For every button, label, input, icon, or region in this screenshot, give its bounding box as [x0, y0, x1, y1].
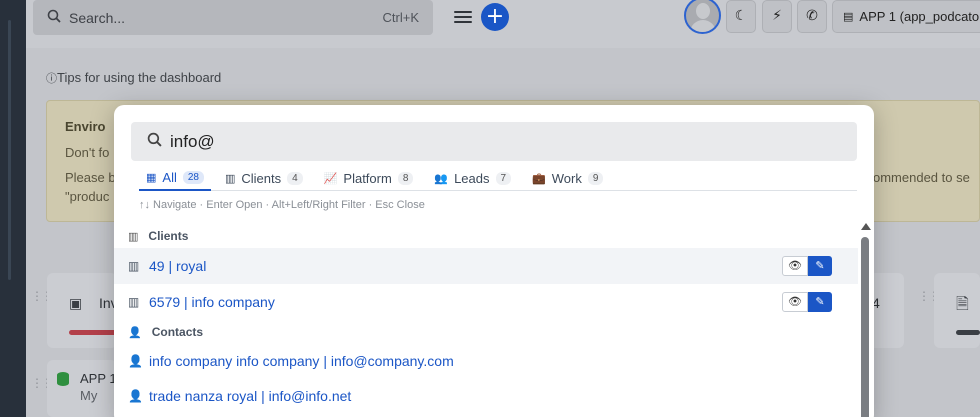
- briefcase-icon: 💼: [532, 171, 546, 185]
- app-selector[interactable]: ▤ APP 1 (app_podcator: [832, 0, 980, 33]
- phone-icon[interactable]: ✆: [797, 0, 827, 33]
- user-icon: 👤: [128, 354, 143, 368]
- scrollbar-thumb[interactable]: [861, 237, 869, 417]
- tab-count: 4: [287, 171, 303, 185]
- global-search[interactable]: Search... Ctrl+K: [33, 0, 433, 35]
- keyboard-hint: ↑↓ Navigate · Enter Open · Alt+Left/Righ…: [139, 199, 425, 211]
- building-icon: ▥: [224, 171, 236, 185]
- result-row[interactable]: ▥ 49 | royal 👁 ✎: [114, 248, 858, 284]
- tab-count: 8: [397, 171, 414, 185]
- tab-clients[interactable]: ▥ Clients 4: [218, 165, 310, 191]
- tab-all[interactable]: ▦ All 28: [139, 165, 211, 191]
- banner-line: ommended to se: [873, 170, 970, 185]
- search-shortcut: Ctrl+K: [382, 10, 419, 25]
- result-text[interactable]: 6579 | info company: [149, 294, 275, 310]
- search-modal: ▦ All 28 ▥ Clients 4 📈 Platform 8 👥 Leads 7 💼 Wor…: [114, 105, 874, 417]
- database-icon: [57, 372, 69, 386]
- invoice-icon: ▣: [69, 295, 83, 311]
- modal-search-box[interactable]: [131, 122, 857, 161]
- users-icon: 👥: [434, 171, 449, 185]
- invoice-card[interactable]: ▣ Inv: [47, 273, 118, 348]
- view-button[interactable]: 👁: [782, 256, 808, 276]
- avatar[interactable]: [684, 0, 721, 34]
- search-placeholder: Search...: [69, 9, 126, 26]
- modal-search-input[interactable]: [170, 131, 770, 152]
- edit-button[interactable]: ✎: [808, 256, 832, 276]
- tips-link[interactable]: ⓘTips for using the dashboard: [46, 70, 221, 86]
- add-button[interactable]: +: [481, 3, 509, 31]
- result-row[interactable]: 👤 trade nanza royal | info@info.net: [114, 378, 858, 414]
- tab-label: Clients: [241, 170, 282, 186]
- tab-count: 28: [182, 170, 204, 184]
- database-icon: ▤: [843, 10, 854, 23]
- result-row[interactable]: ▥ 6579 | info company 👁 ✎: [114, 284, 858, 320]
- tab-label: Work: [551, 170, 582, 186]
- edit-button[interactable]: ✎: [808, 292, 832, 312]
- menu-icon[interactable]: [454, 8, 472, 24]
- section-header-contacts: 👤 Contacts: [128, 325, 203, 339]
- chart-icon: 📈: [323, 171, 338, 185]
- left-sidebar: [0, 0, 26, 417]
- tab-leads[interactable]: 👥 Leads 7: [427, 165, 518, 191]
- tab-platform[interactable]: 📈 Platform 8: [317, 165, 421, 191]
- scroll-up-icon[interactable]: [861, 223, 871, 230]
- user-icon: 👤: [128, 389, 143, 403]
- view-button[interactable]: 👁: [782, 292, 808, 312]
- building-icon: ▥: [128, 229, 139, 243]
- banner-line: Please b: [65, 170, 116, 185]
- result-text[interactable]: 49 | royal: [149, 258, 206, 274]
- card-progress: [956, 330, 980, 335]
- search-icon: [47, 9, 61, 26]
- section-header-clients: ▥ Clients: [128, 229, 188, 243]
- app-selector-label: APP 1 (app_podcator: [859, 9, 980, 24]
- document-icon: 🗎: [956, 296, 969, 313]
- section-title: Clients: [148, 229, 189, 243]
- tab-work[interactable]: 💼 Work 9: [525, 165, 610, 191]
- sidebar-accent: [8, 20, 11, 280]
- banner-line: Don't fo: [65, 145, 110, 160]
- moon-icon[interactable]: ☾: [726, 0, 756, 33]
- topbar: Search... Ctrl+K + ☾ ⚡ ✆ ▤ APP 1 (app_po…: [26, 0, 980, 48]
- app-card-title: APP 1: [80, 371, 117, 386]
- bolt-icon[interactable]: ⚡: [762, 0, 792, 33]
- tab-label: All: [162, 169, 177, 185]
- banner-line: "produc: [65, 189, 110, 204]
- app-card[interactable]: APP 1 My: [47, 360, 117, 417]
- grid-icon: ▦: [146, 170, 157, 184]
- building-icon: ▥: [128, 259, 140, 273]
- result-text[interactable]: trade nanza royal | info@info.net: [149, 388, 351, 404]
- search-icon: [147, 132, 162, 151]
- result-text[interactable]: info company info company | info@company…: [149, 353, 454, 369]
- tab-count: 9: [587, 171, 604, 185]
- document-card[interactable]: 🗎: [934, 273, 980, 348]
- section-title: Contacts: [151, 325, 204, 339]
- tab-label: Leads: [454, 170, 490, 186]
- banner-title: Enviro: [65, 119, 106, 134]
- card-progress: [69, 330, 117, 335]
- app-card-sub: My: [80, 388, 98, 403]
- tips-text: Tips for using the dashboard: [57, 70, 222, 85]
- filter-tabs: ▦ All 28 ▥ Clients 4 📈 Platform 8 👥 Leads 7 💼 Wor…: [139, 165, 857, 191]
- result-row[interactable]: 👤 info company info company | info@compa…: [114, 343, 858, 379]
- info-icon: ⓘ: [46, 72, 57, 85]
- tab-count: 7: [495, 171, 512, 185]
- scrollbar[interactable]: [860, 223, 872, 417]
- user-icon: 👤: [128, 325, 142, 339]
- building-icon: ▥: [128, 295, 140, 309]
- tab-label: Platform: [343, 170, 392, 186]
